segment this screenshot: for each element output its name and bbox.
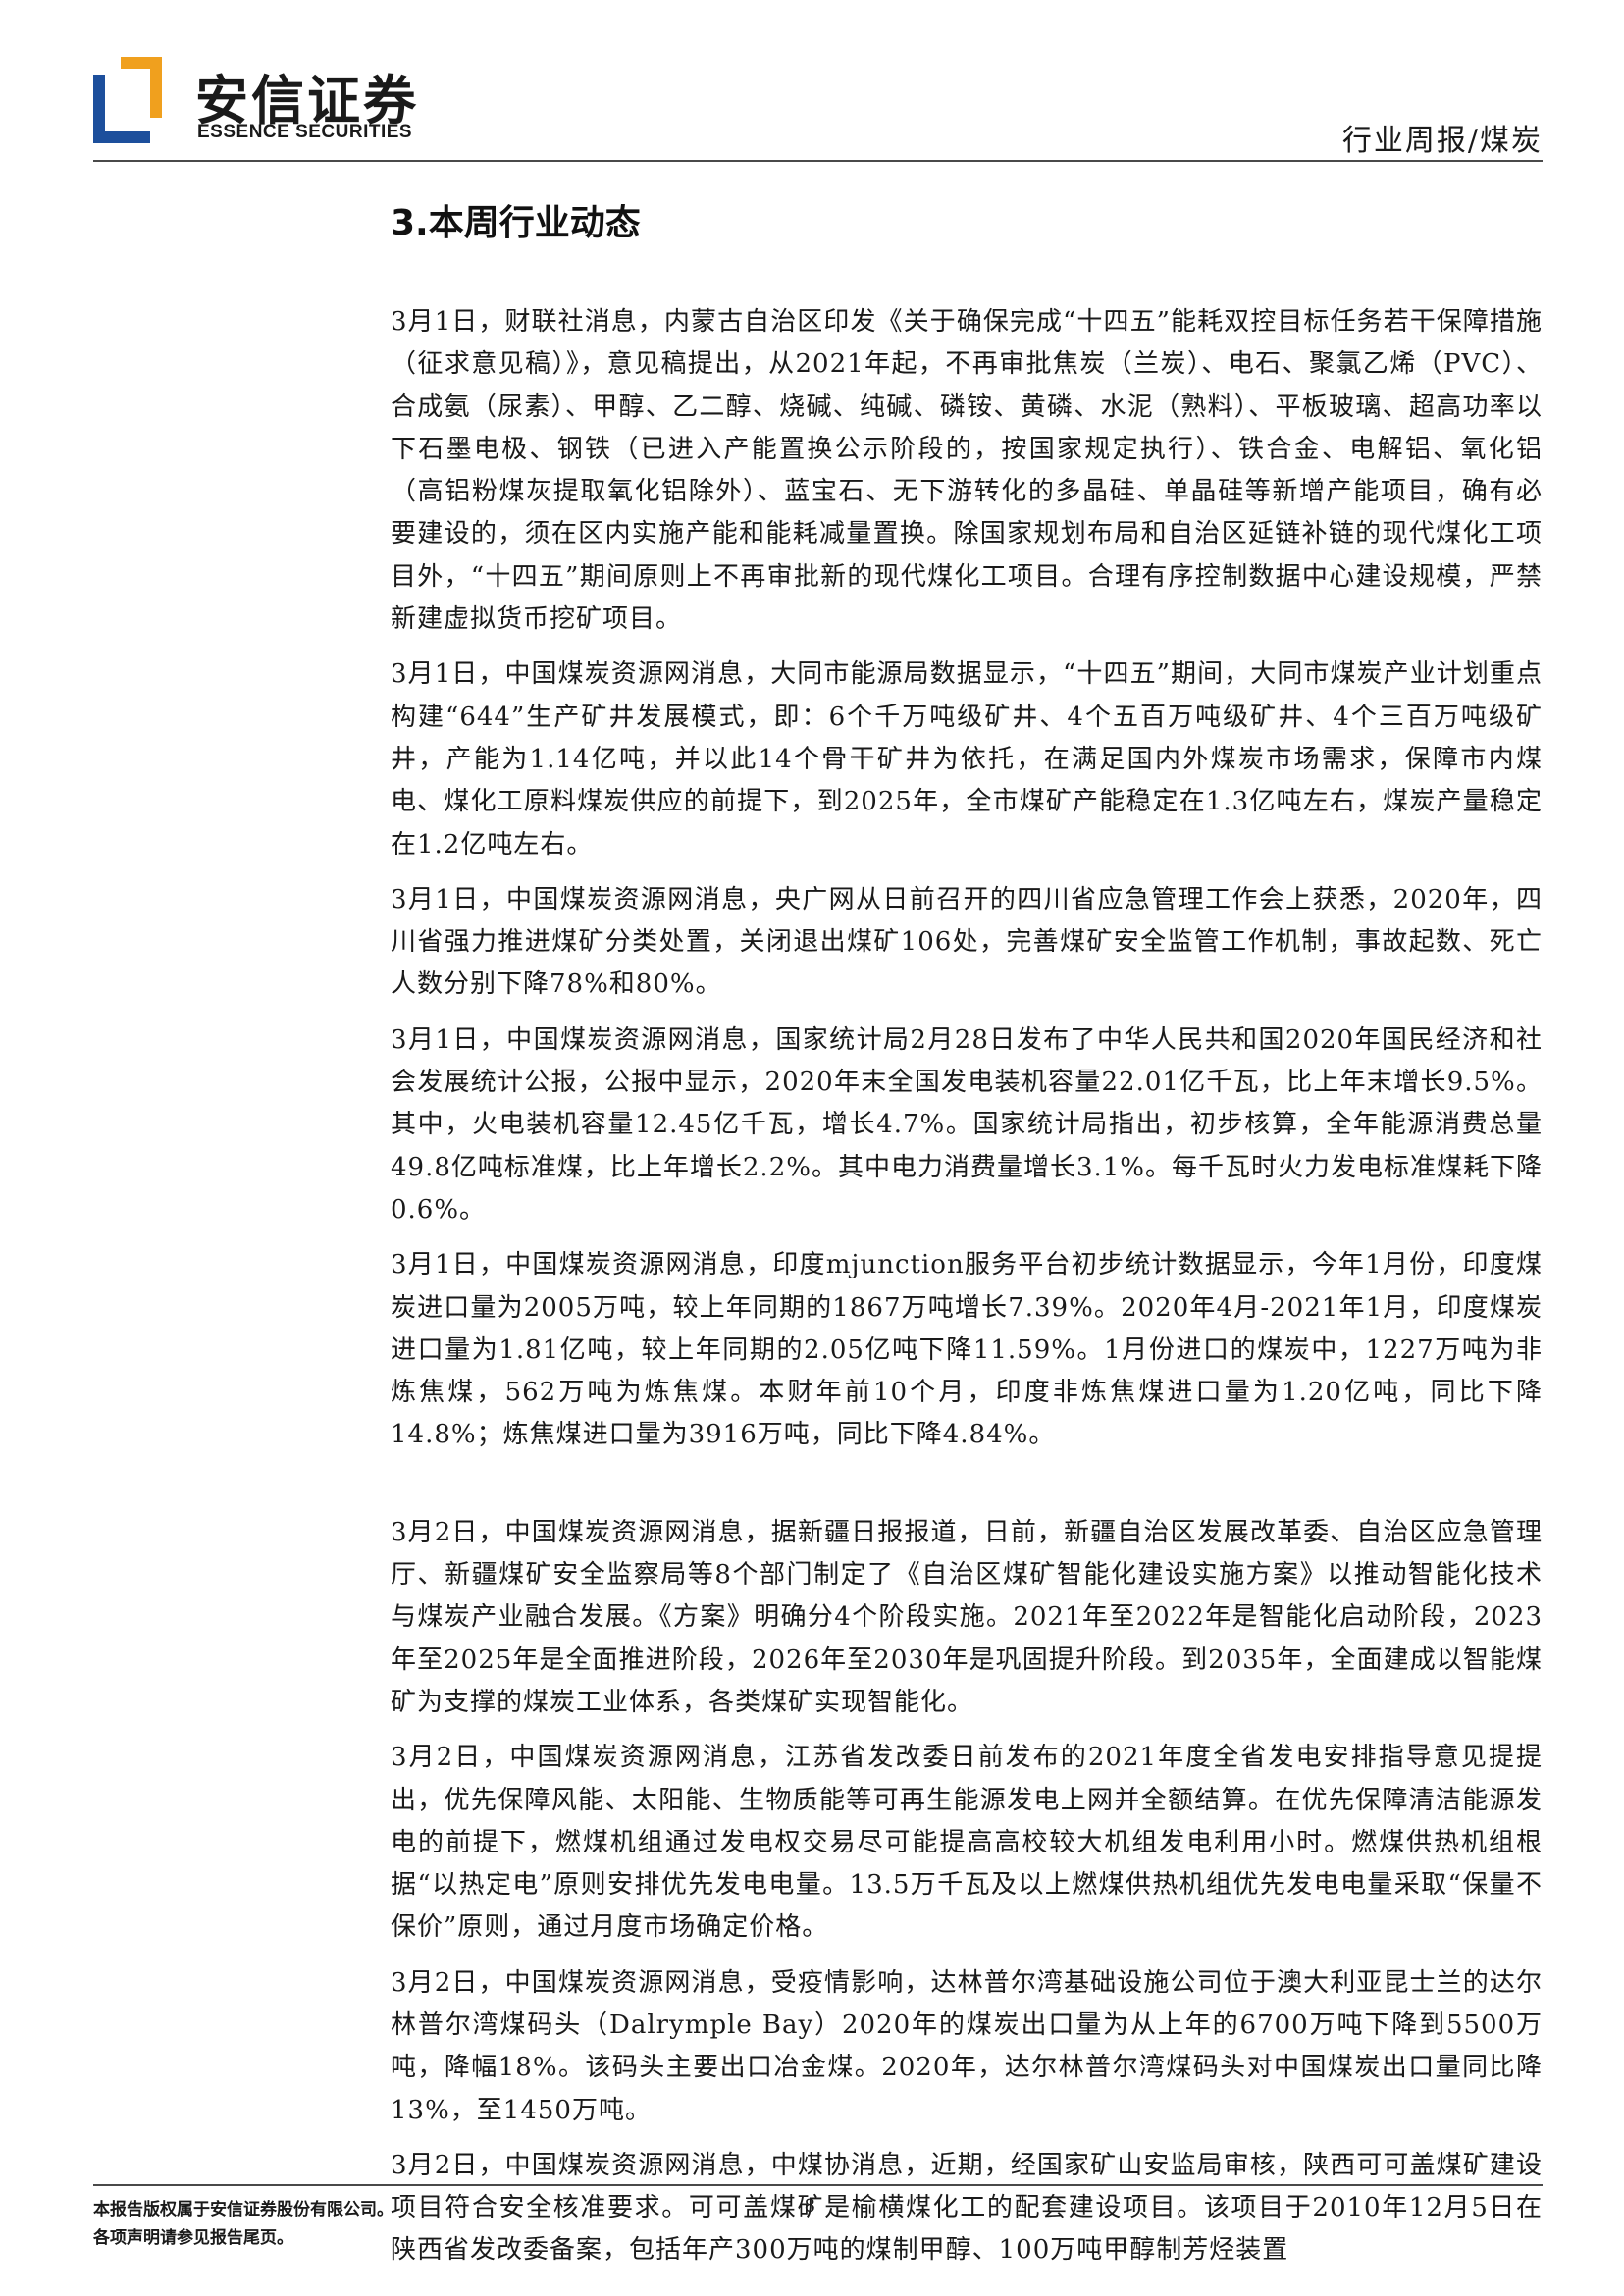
news-paragraph-4: 3月1日，中国煤炭资源网消息，国家统计局2月28日发布了中华人民共和国2020年… xyxy=(391,1024,1543,1225)
footer-divider xyxy=(93,2184,1543,2186)
company-logo: 安信证券 ESSENCE SECURITIES xyxy=(93,57,417,147)
news-paragraph-3: 3月1日，中国煤炭资源网消息，央广网从日前召开的四川省应急管理工作会上获悉，20… xyxy=(391,884,1543,1000)
news-paragraph-8: 3月2日，中国煤炭资源网消息，受疫情影响，达林普尔湾基础设施公司位于澳大利亚昆士… xyxy=(391,1967,1543,2125)
page-number: 8 xyxy=(805,2196,815,2217)
news-paragraph-2: 3月1日，中国煤炭资源网消息，大同市能源局数据显示，“十四五”期间，大同市煤炭产… xyxy=(391,659,1543,860)
footer-notice: 本报告版权属于安信证券股份有限公司。 各项声明请参见报告尾页。 xyxy=(93,2196,393,2253)
essence-logo-icon xyxy=(93,57,162,143)
report-type: 行业周报/煤炭 xyxy=(1341,124,1543,158)
news-paragraph-1: 3月1日，财联社消息，内蒙古自治区印发《关于确保完成“十四五”能耗双控目标任务若… xyxy=(391,307,1543,635)
news-paragraph-6: 3月2日，中国煤炭资源网消息，据新疆日报报道，日前，新疆自治区发展改革委、自治区… xyxy=(391,1517,1543,1717)
section-title: 3.本周行业动态 xyxy=(391,203,641,243)
footer-copyright: 本报告版权属于安信证券股份有限公司。 xyxy=(93,2200,393,2219)
news-paragraph-7: 3月2日，中国煤炭资源网消息，江苏省发改委日前发布的2021年度全省发电安排指导… xyxy=(391,1743,1543,1943)
article-body: 3月1日，财联社消息，内蒙古自治区印发《关于确保完成“十四五”能耗双控目标任务若… xyxy=(391,301,1543,2285)
logo-english-name: ESSENCE SECURITIES xyxy=(197,122,413,142)
footer-disclaimer: 各项声明请参见报告尾页。 xyxy=(93,2228,293,2248)
news-paragraph-9: 3月2日，中国煤炭资源网消息，中煤协消息，近期，经国家矿山安监局审核，陕西可可盖… xyxy=(391,2150,1543,2266)
news-paragraph-5: 3月1日，中国煤炭资源网消息，印度mjunction服务平台初步统计数据显示，今… xyxy=(391,1250,1543,1450)
header-divider xyxy=(93,160,1543,162)
